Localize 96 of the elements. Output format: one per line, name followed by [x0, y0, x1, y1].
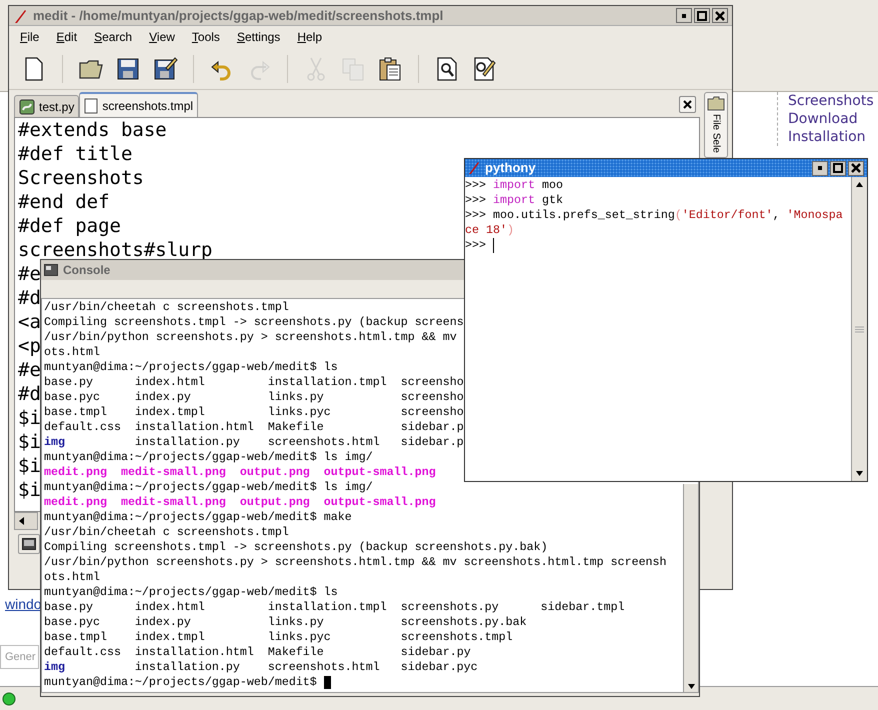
menu-item[interactable]: Edit: [56, 28, 78, 46]
console-line: base.tmpl index.tmpl links.pyc screensho: [44, 405, 464, 420]
close-button[interactable]: [848, 160, 864, 176]
code-line: $i: [18, 406, 41, 430]
console-line: base.tmpl index.tmpl links.pyc screenshots.tmpl: [44, 630, 513, 645]
terminal-icon: [44, 264, 58, 276]
page-icon: [84, 98, 98, 114]
window-title: pythony: [485, 159, 537, 178]
pen-icon: [468, 161, 480, 175]
code-line: #extends base: [18, 118, 167, 142]
close-icon: [715, 10, 725, 20]
file-selector-tab[interactable]: File Sele: [704, 92, 728, 158]
maximize-icon: [697, 10, 707, 20]
text-cursor: [324, 676, 331, 689]
code-line: <p: [18, 334, 41, 358]
code-line: Screenshots: [18, 166, 144, 190]
close-tab-button[interactable]: [679, 96, 696, 113]
grip-icon: [855, 326, 864, 332]
minimize-button[interactable]: [676, 8, 692, 23]
nav-link[interactable]: Installation: [788, 128, 874, 146]
console-line: /usr/bin/python screenshots.py > screenshots.html.tmp && mv screenshots.html.tmp screensh: [44, 555, 667, 570]
maximize-button[interactable]: [694, 8, 710, 23]
text-cursor: [492, 238, 494, 253]
close-button[interactable]: [712, 8, 728, 23]
menu-item[interactable]: Tools: [192, 28, 220, 46]
two-pages-icon: [340, 56, 366, 82]
console-line: Compiling screenshots.tmpl -> screenshots.py (backup screens: [44, 315, 464, 330]
console-line: >>> import moo: [465, 178, 563, 193]
console-line: default.css installation.html Makefile sidebar.py: [44, 645, 471, 660]
nav-link[interactable]: Download: [788, 110, 874, 128]
minimize-icon: [680, 12, 688, 20]
console-line: medit.png medit-small.png output.png output-small.png: [44, 465, 436, 480]
console-line: medit.png medit-small.png output.png output-small.png: [44, 495, 436, 510]
code-line: $i: [18, 478, 41, 502]
menu-item[interactable]: Search: [94, 28, 132, 46]
console-line: muntyan@dima:~/projects/ggap-web/medit$: [44, 675, 331, 690]
console-line: /usr/bin/cheetah c screenshots.tmpl: [44, 300, 289, 315]
window-title: Console: [63, 262, 110, 279]
console-line: default.css installation.html Makefile sidebar.p: [44, 420, 464, 435]
terminal-icon: [22, 538, 36, 550]
code-line: #d: [18, 286, 41, 310]
code-line: #end def: [18, 190, 110, 214]
status-light-icon: [2, 692, 16, 706]
console-line: /usr/bin/cheetah c screenshots.tmpl: [44, 525, 289, 540]
code-line: $i: [18, 454, 41, 478]
code-line: $i: [18, 430, 41, 454]
console-line: muntyan@dima:~/projects/ggap-web/medit$ make: [44, 510, 352, 525]
console-line: >>> moo.utils.prefs_set_string('Editor/font', 'Monospa: [465, 208, 843, 223]
console-line: base.pyc index.py links.py screenshots.py.bak: [44, 615, 527, 630]
minimize-icon: [816, 164, 824, 172]
console-line: >>> import gtk: [465, 193, 563, 208]
code-line: #e: [18, 358, 41, 382]
floppy-disk-pencil-icon: [152, 56, 178, 82]
console-line: ots.html: [44, 570, 100, 585]
console-line: muntyan@dima:~/projects/ggap-web/medit$ ls img/: [44, 480, 373, 495]
pen-icon: [13, 8, 27, 24]
code-line: #def page: [18, 214, 121, 238]
code-line: #e: [18, 262, 41, 286]
vertical-scrollbar[interactable]: [683, 484, 698, 692]
code-line: #def title: [18, 142, 132, 166]
file-tab[interactable]: test.py: [14, 95, 80, 117]
console-line: ots.html: [44, 345, 100, 360]
maximize-button[interactable]: [830, 160, 846, 176]
snake-icon: [19, 98, 35, 114]
close-icon: [851, 163, 861, 173]
minimize-button[interactable]: [812, 160, 828, 176]
console-line: /usr/bin/python screenshots.py > screenshots.html.tmp && mv: [44, 330, 457, 345]
close-icon: [683, 100, 692, 109]
code-line: <a: [18, 310, 41, 334]
code-line: #d: [18, 382, 41, 406]
window-title: medit - /home/muntyan/projects/ggap-web/medit/screenshots.tmpl: [33, 6, 444, 25]
vertical-scrollbar[interactable]: [851, 177, 867, 481]
page-link[interactable]: windo: [5, 594, 42, 615]
horizontal-scrollbar[interactable]: [14, 512, 38, 530]
console-line: muntyan@dima:~/projects/ggap-web/medit$ ls: [44, 360, 338, 375]
menu-item[interactable]: Settings: [236, 28, 280, 46]
clipboard-icon: [377, 56, 403, 82]
console-line: base.py index.html installation.tmpl screensho: [44, 375, 464, 390]
console-toggle-button[interactable]: [18, 534, 40, 554]
nav-link[interactable]: Screenshots: [788, 92, 874, 110]
maximize-icon: [833, 163, 843, 173]
file-tab[interactable]: screenshots.tmpl: [79, 92, 198, 117]
console-line: base.py index.html installation.tmpl screenshots.py sidebar.tmpl: [44, 600, 625, 615]
console-line: >>>: [465, 238, 494, 253]
console-line: base.pyc index.py links.py screensho: [44, 390, 464, 405]
menu-item[interactable]: Help: [297, 28, 322, 46]
console-line: img installation.py screenshots.html sidebar.pyc: [44, 660, 478, 675]
console-line: img installation.py screenshots.html sidebar.p: [44, 435, 464, 450]
menu-item[interactable]: File: [20, 28, 40, 46]
console-line: Compiling screenshots.tmpl -> screenshots.py (backup screenshots.py.bak): [44, 540, 548, 555]
code-line: screenshots#slurp: [18, 238, 212, 262]
console-line: ce 18'): [465, 223, 514, 238]
folder-icon: [707, 96, 725, 111]
console-line: muntyan@dima:~/projects/ggap-web/medit$ ls img/: [44, 450, 373, 465]
menu-item[interactable]: View: [149, 28, 175, 46]
console-line: muntyan@dima:~/projects/ggap-web/medit$ ls: [44, 585, 338, 600]
